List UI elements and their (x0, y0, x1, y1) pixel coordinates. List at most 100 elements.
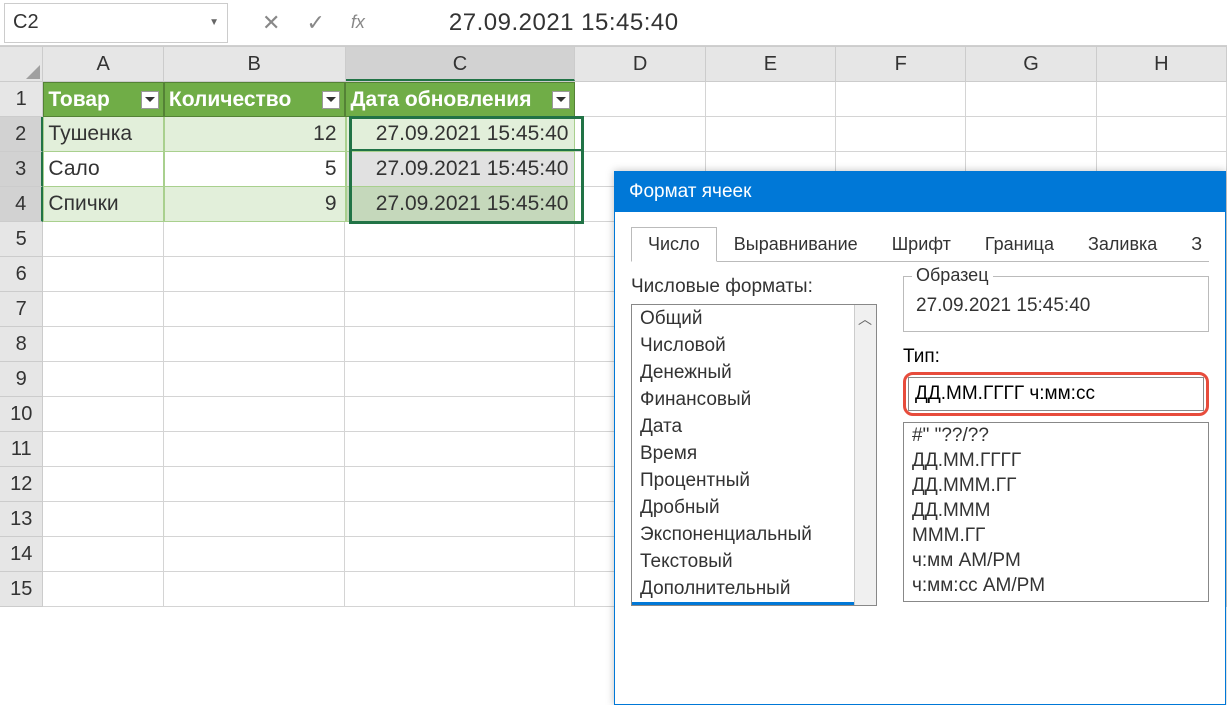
type-list-item[interactable]: ч:мм AM/PM (904, 548, 1208, 573)
category-item[interactable]: (все форматы) (632, 602, 876, 606)
cell-c2[interactable]: 27.09.2021 15:45:40 (346, 117, 576, 152)
type-input[interactable] (908, 377, 1204, 411)
cell-b4[interactable]: 9 (164, 187, 346, 222)
type-list-item[interactable]: ДД.МММ (904, 498, 1208, 523)
cell[interactable] (164, 397, 346, 432)
cell[interactable] (1097, 82, 1227, 117)
cell[interactable] (164, 292, 346, 327)
category-item[interactable]: Финансовый (632, 386, 876, 413)
row-header[interactable]: 7 (0, 292, 43, 327)
tab-fill[interactable]: Заливка (1071, 227, 1174, 262)
cell-a3[interactable]: Сало (43, 152, 163, 187)
cell[interactable] (345, 362, 575, 397)
enter-icon[interactable]: ✓ (306, 10, 324, 36)
col-header-a[interactable]: A (43, 46, 163, 81)
row-header[interactable]: 9 (0, 362, 43, 397)
cell-b3[interactable]: 5 (164, 152, 346, 187)
type-list-item[interactable]: ч:мм (904, 598, 1208, 602)
category-item[interactable]: Процентный (632, 467, 876, 494)
type-listbox[interactable]: #" "??/??ДД.ММ.ГГГГДД.МММ.ГГДД.ММММММ.ГГ… (903, 422, 1209, 602)
category-item[interactable]: Дополнительный (632, 575, 876, 602)
filter-icon[interactable] (552, 91, 570, 109)
cell[interactable] (43, 257, 163, 292)
category-item[interactable]: Дробный (632, 494, 876, 521)
formula-bar-value[interactable]: 27.09.2021 15:45:40 (449, 9, 679, 37)
cell[interactable] (164, 467, 346, 502)
cell-b2[interactable]: 12 (164, 117, 346, 152)
cell[interactable] (345, 327, 575, 362)
cell[interactable] (164, 327, 346, 362)
cell[interactable] (164, 222, 346, 257)
cell[interactable] (345, 432, 575, 467)
cell[interactable] (164, 362, 346, 397)
filter-icon[interactable] (322, 91, 340, 109)
row-header-2[interactable]: 2 (0, 117, 43, 152)
cell[interactable] (345, 572, 575, 607)
cell[interactable] (43, 222, 163, 257)
type-list-item[interactable]: #" "??/?? (904, 423, 1208, 448)
tab-number[interactable]: Число (631, 227, 717, 262)
category-item[interactable]: Время (632, 440, 876, 467)
row-header[interactable]: 8 (0, 327, 43, 362)
table-header-a[interactable]: Товар (43, 82, 163, 117)
cell[interactable] (345, 467, 575, 502)
table-header-b[interactable]: Количество (164, 82, 346, 117)
cell[interactable] (345, 292, 575, 327)
cell[interactable] (43, 292, 163, 327)
cell[interactable] (43, 432, 163, 467)
cell[interactable] (345, 397, 575, 432)
scrollbar[interactable]: ︿ (854, 305, 876, 605)
cell-c3[interactable]: 27.09.2021 15:45:40 (346, 152, 576, 187)
cell[interactable] (345, 537, 575, 572)
fx-icon[interactable]: fx (351, 12, 365, 33)
type-list-item[interactable]: ДД.ММ.ГГГГ (904, 448, 1208, 473)
cell[interactable] (836, 82, 966, 117)
tab-alignment[interactable]: Выравнивание (717, 227, 875, 262)
cell[interactable] (836, 117, 966, 152)
dropdown-icon[interactable]: ▼ (209, 17, 219, 28)
type-list-item[interactable]: ДД.МММ.ГГ (904, 473, 1208, 498)
row-header[interactable]: 14 (0, 537, 43, 572)
row-header[interactable]: 15 (0, 572, 43, 607)
type-list-item[interactable]: МММ.ГГ (904, 523, 1208, 548)
name-box[interactable]: C2 ▼ (4, 3, 228, 43)
cell[interactable] (43, 467, 163, 502)
cell[interactable] (164, 432, 346, 467)
table-header-c[interactable]: Дата обновления (345, 82, 575, 117)
cell[interactable] (966, 117, 1096, 152)
row-header[interactable]: 11 (0, 432, 43, 467)
cell[interactable] (706, 117, 836, 152)
row-header-1[interactable]: 1 (0, 82, 43, 117)
cell[interactable] (43, 502, 163, 537)
cell[interactable] (575, 82, 705, 117)
type-list-item[interactable]: ч:мм:сс AM/PM (904, 573, 1208, 598)
row-header[interactable]: 12 (0, 467, 43, 502)
category-item[interactable]: Текстовый (632, 548, 876, 575)
category-item[interactable]: Дата (632, 413, 876, 440)
col-header-g[interactable]: G (966, 46, 1096, 81)
category-item[interactable]: Числовой (632, 332, 876, 359)
cell[interactable] (43, 327, 163, 362)
cell[interactable] (43, 537, 163, 572)
cell[interactable] (345, 502, 575, 537)
dialog-title[interactable]: Формат ячеек (615, 172, 1225, 212)
col-header-d[interactable]: D (575, 46, 705, 81)
cell[interactable] (966, 82, 1096, 117)
cell[interactable] (164, 257, 346, 292)
cell-a2[interactable]: Тушенка (43, 117, 163, 152)
category-item[interactable]: Общий (632, 305, 876, 332)
category-item[interactable]: Денежный (632, 359, 876, 386)
cell-c4[interactable]: 27.09.2021 15:45:40 (346, 187, 576, 222)
tab-border[interactable]: Граница (968, 227, 1071, 262)
filter-icon[interactable] (141, 91, 159, 109)
tab-font[interactable]: Шрифт (875, 227, 968, 262)
select-all-corner[interactable] (0, 46, 43, 81)
row-header[interactable]: 13 (0, 502, 43, 537)
category-item[interactable]: Экспоненциальный (632, 521, 876, 548)
scroll-up-icon[interactable]: ︿ (858, 309, 872, 329)
col-header-b[interactable]: B (164, 46, 346, 81)
row-header[interactable]: 10 (0, 397, 43, 432)
cell[interactable] (1097, 117, 1227, 152)
col-header-e[interactable]: E (706, 46, 836, 81)
cell[interactable] (345, 222, 575, 257)
